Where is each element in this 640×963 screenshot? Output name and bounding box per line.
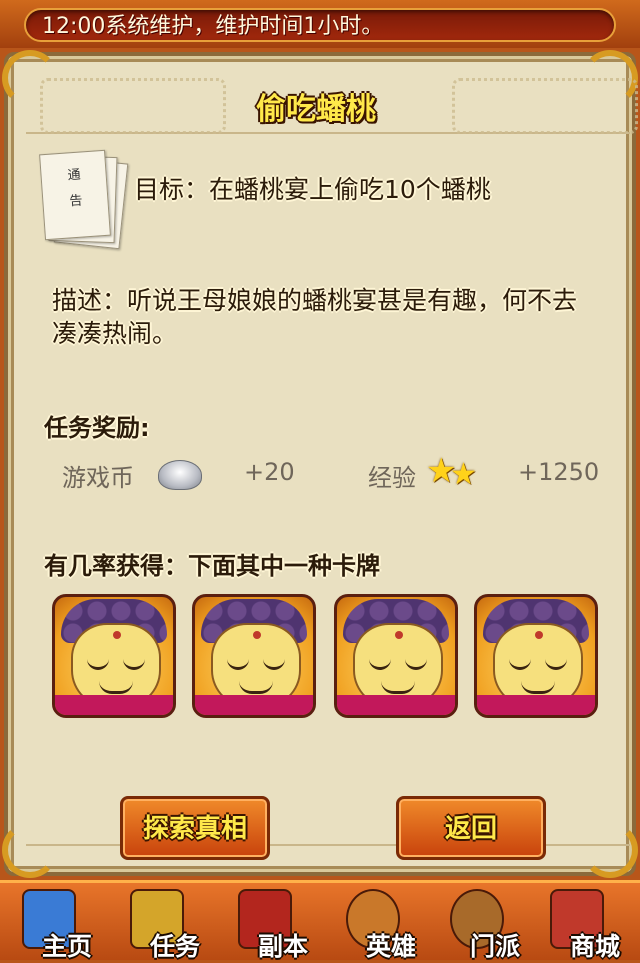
reward-card-1[interactable]	[52, 594, 176, 718]
coin-label: 游戏币	[62, 464, 134, 492]
silver-ingot-icon	[158, 460, 202, 490]
nav-label-shop: 商城	[570, 932, 621, 961]
rewards-heading: 任务奖励:	[44, 414, 150, 442]
exp-label: 经验	[368, 464, 416, 492]
quest-goal: 目标：在蟠桃宴上偷吃10个蟠桃	[134, 175, 491, 204]
nav-item-heroes[interactable]: 英雄	[328, 883, 432, 963]
exp-value: +1250	[518, 458, 600, 486]
nav-item-tasks[interactable]: 任务	[112, 883, 216, 963]
nav-label-tasks: 任务	[150, 932, 201, 961]
back-button[interactable]: 返回	[396, 796, 546, 860]
reward-card-2[interactable]	[192, 594, 316, 718]
corner-ornament-icon	[582, 822, 638, 878]
exp-stars-icon: ★ ★	[426, 451, 477, 492]
reward-card-4[interactable]	[474, 594, 598, 718]
nav-item-dungeon[interactable]: 副本	[220, 883, 324, 963]
nav-label-dungeon: 副本	[258, 932, 309, 961]
notice-scroll-icon: 通 告	[36, 148, 129, 250]
explore-truth-button[interactable]: 探索真相	[120, 796, 270, 860]
quest-description: 描述：听说王母娘娘的蟠桃宴甚是有趣，何不去凑凑热闹。	[52, 286, 578, 348]
nav-item-home[interactable]: 主页	[4, 883, 108, 963]
nav-item-sect[interactable]: 门派	[432, 883, 536, 963]
nav-label-home: 主页	[42, 932, 93, 961]
quest-title: 偷吃蟠桃	[256, 92, 376, 127]
bottom-nav: 主页 任务 副本 英雄 门派 商城	[0, 880, 640, 963]
announcement-marquee: 12:00系统维护，维护时间1小时。	[24, 8, 616, 42]
coin-value: +20	[244, 458, 295, 486]
corner-ornament-icon	[2, 822, 58, 878]
scroll-text: 通 告	[67, 167, 83, 210]
nav-item-shop[interactable]: 商城	[532, 883, 636, 963]
reward-card-3[interactable]	[334, 594, 458, 718]
top-bar: 12:00系统维护，维护时间1小时。	[0, 0, 640, 48]
nav-label-sect: 门派	[470, 932, 521, 961]
nav-label-heroes: 英雄	[366, 932, 417, 961]
cards-heading: 有几率获得：下面其中一种卡牌	[44, 552, 380, 580]
